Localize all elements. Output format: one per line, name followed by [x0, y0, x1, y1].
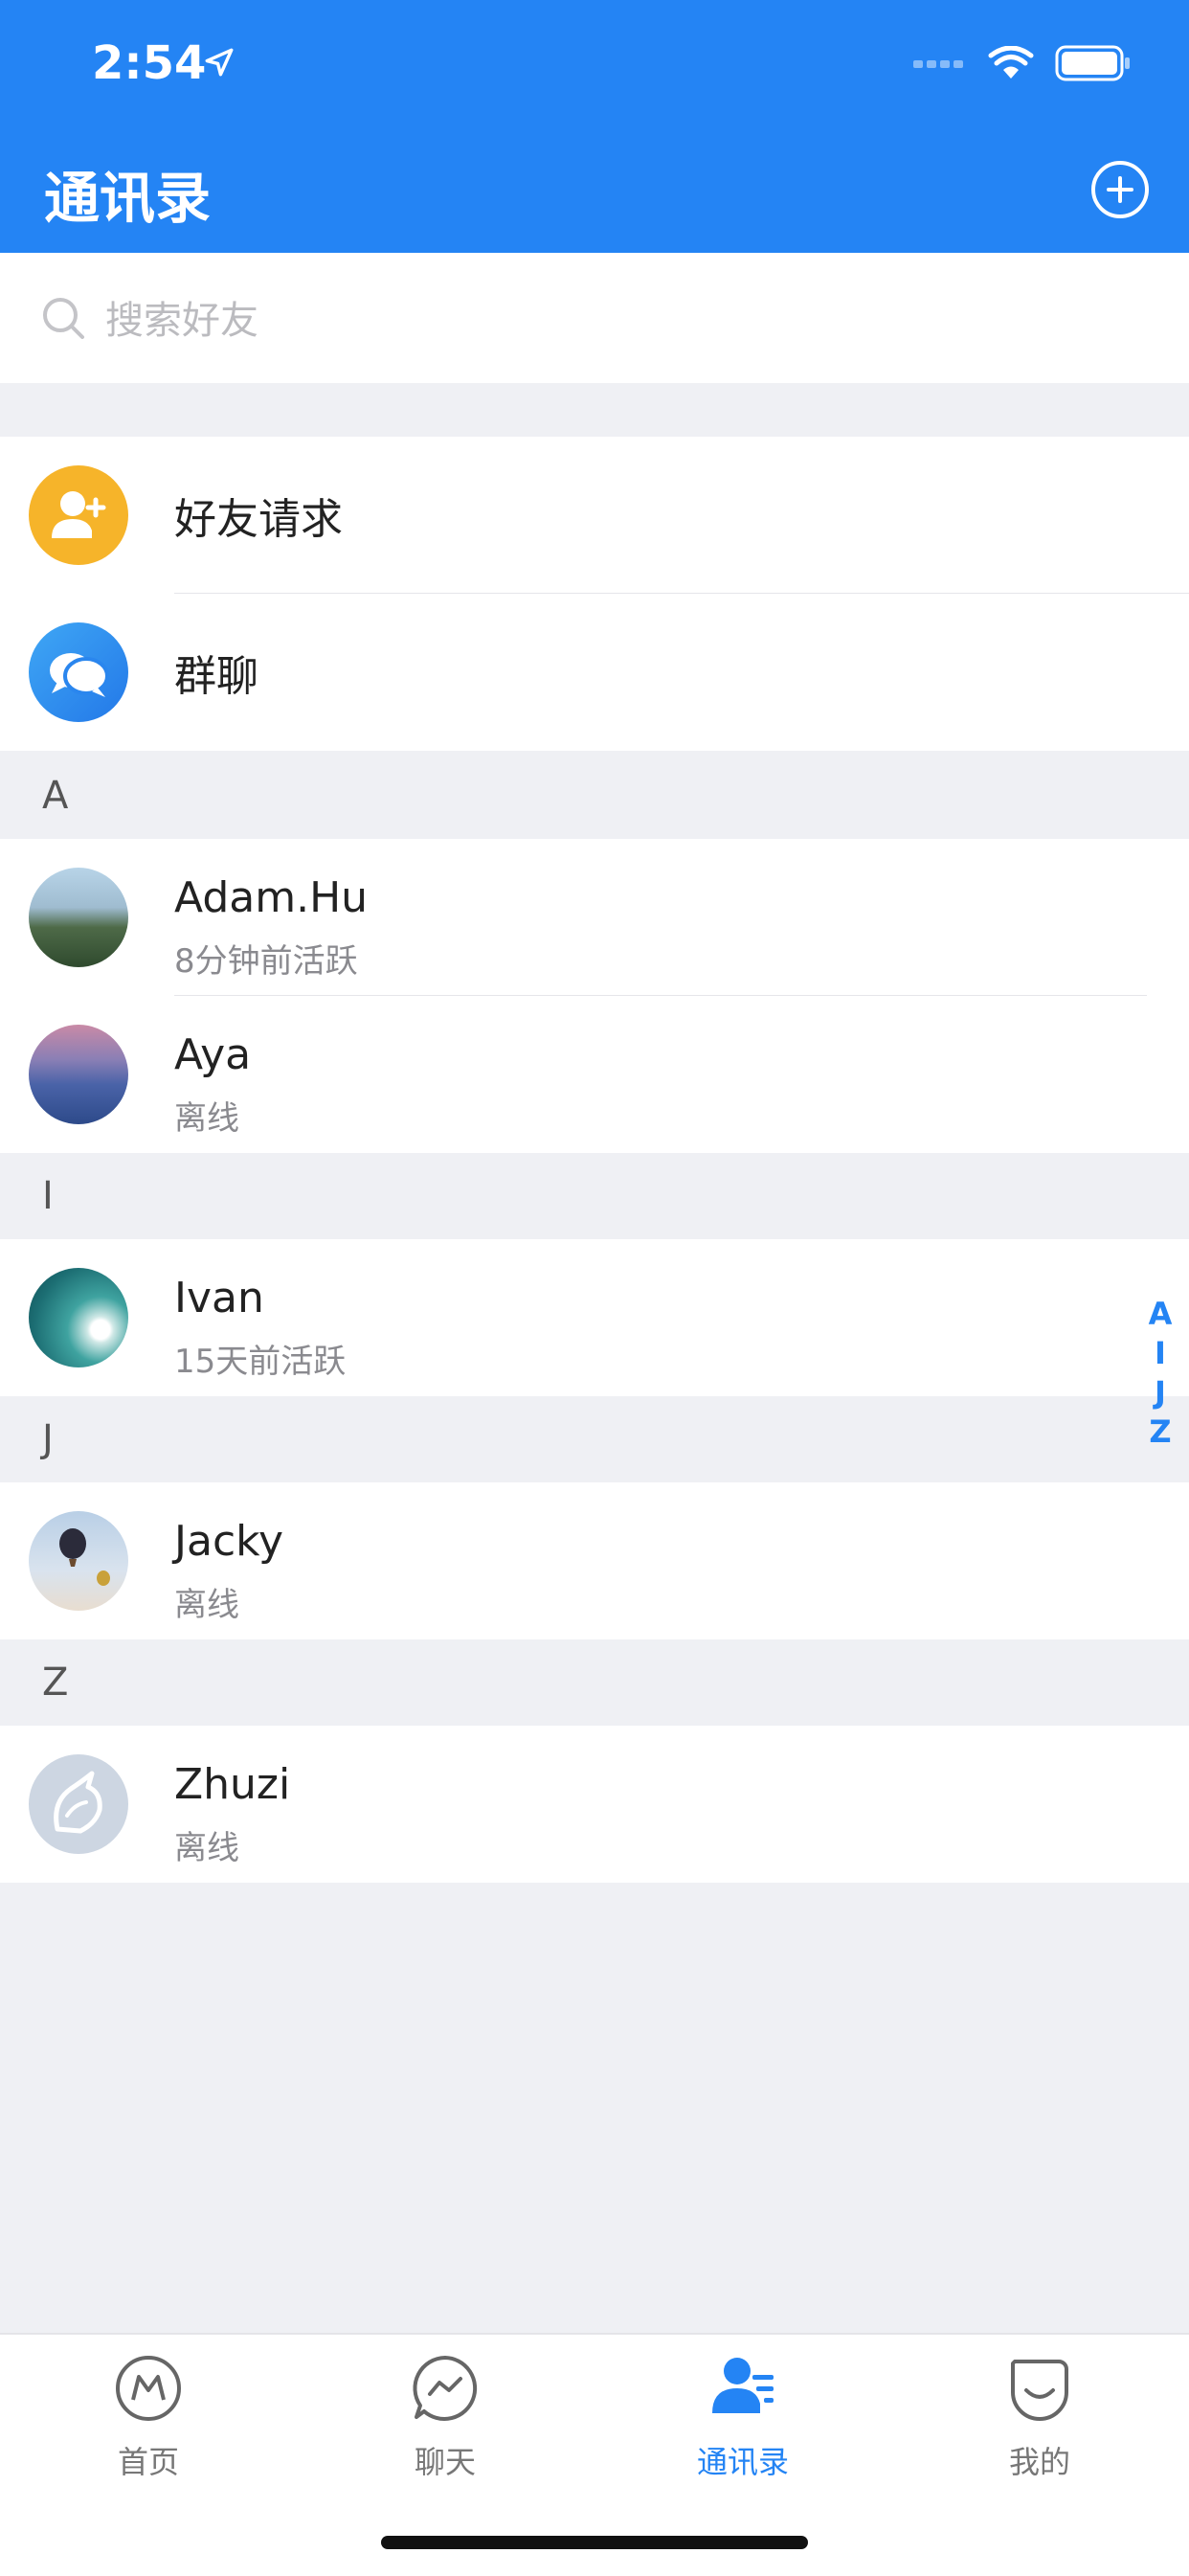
section-header-a: A [0, 753, 1189, 839]
contact-row-jacky[interactable]: Jacky 离线 [0, 1482, 1189, 1639]
contact-name: Zhuzi [174, 1760, 291, 1809]
avatar [29, 1511, 128, 1611]
page-title: 通讯录 [44, 166, 212, 231]
tab-profile[interactable]: 我的 [944, 2354, 1135, 2482]
search-bar[interactable]: 搜索好友 [0, 253, 1189, 383]
location-arrow-icon [205, 48, 234, 77]
status-indicators [913, 44, 1132, 82]
index-letter-j[interactable]: J [1155, 1373, 1166, 1412]
tab-label: 首页 [117, 2444, 179, 2480]
group-chat-row[interactable]: 群聊 [0, 594, 1189, 751]
battery-icon [1055, 45, 1130, 81]
group-chat-label: 群聊 [174, 652, 258, 701]
contact-status: 离线 [174, 1829, 239, 1867]
contact-row-zhuzi[interactable]: Zhuzi 离线 [0, 1726, 1189, 1883]
section-letter: Z [42, 1661, 69, 1705]
alphabet-index[interactable]: A I J Z [1141, 1295, 1179, 1452]
add-friend-icon [29, 465, 128, 565]
index-letter-i[interactable]: I [1155, 1334, 1166, 1373]
status-time: 2:54 [92, 36, 207, 90]
tab-chat[interactable]: 聊天 [349, 2354, 541, 2482]
contact-status: 8分钟前活跃 [174, 942, 358, 981]
contact-row-adam-hu[interactable]: Adam.Hu 8分钟前活跃 [0, 839, 1189, 996]
search-icon [43, 298, 84, 339]
friend-requests-label: 好友请求 [174, 495, 343, 544]
chat-icon [413, 2356, 478, 2421]
contact-status: 15天前活跃 [174, 1343, 347, 1381]
contacts-icon [712, 2358, 774, 2413]
section-header-i: I [0, 1153, 1189, 1239]
profile-icon [1011, 2360, 1068, 2421]
wifi-icon [988, 46, 1034, 79]
contact-name: Aya [174, 1030, 252, 1079]
home-icon [116, 2356, 181, 2421]
avatar [29, 1268, 128, 1367]
search-input[interactable]: 搜索好友 [105, 289, 258, 345]
add-contact-button[interactable] [1089, 159, 1151, 220]
friend-requests-row[interactable]: 好友请求 [0, 437, 1189, 594]
contact-status: 离线 [174, 1586, 239, 1624]
top-bar: 2:54 通讯录 [0, 0, 1189, 253]
avatar [29, 868, 128, 967]
tab-label: 聊天 [414, 2444, 476, 2480]
tab-contacts[interactable]: 通讯录 [647, 2354, 839, 2482]
contact-status: 离线 [174, 1099, 239, 1138]
contact-row-aya[interactable]: Aya 离线 [0, 996, 1189, 1153]
group-chat-icon [29, 622, 128, 722]
contact-name: Jacky [174, 1517, 284, 1566]
section-header-z: Z [0, 1639, 1189, 1726]
section-letter: I [42, 1174, 54, 1218]
contact-name: Ivan [174, 1274, 264, 1322]
avatar [29, 1754, 128, 1854]
tab-home[interactable]: 首页 [53, 2354, 244, 2482]
avatar [29, 1025, 128, 1124]
section-letter: A [42, 774, 69, 818]
cellular-signal-icon [913, 60, 963, 68]
tab-label: 通讯录 [696, 2444, 789, 2480]
index-letter-z[interactable]: Z [1149, 1412, 1171, 1452]
index-letter-a[interactable]: A [1149, 1295, 1173, 1334]
tab-label: 我的 [1008, 2444, 1070, 2480]
contact-name: Adam.Hu [174, 873, 369, 922]
section-header-j: J [0, 1396, 1189, 1482]
home-indicator [381, 2536, 808, 2549]
contact-row-ivan[interactable]: Ivan 15天前活跃 [0, 1239, 1189, 1396]
section-letter: J [42, 1417, 54, 1461]
